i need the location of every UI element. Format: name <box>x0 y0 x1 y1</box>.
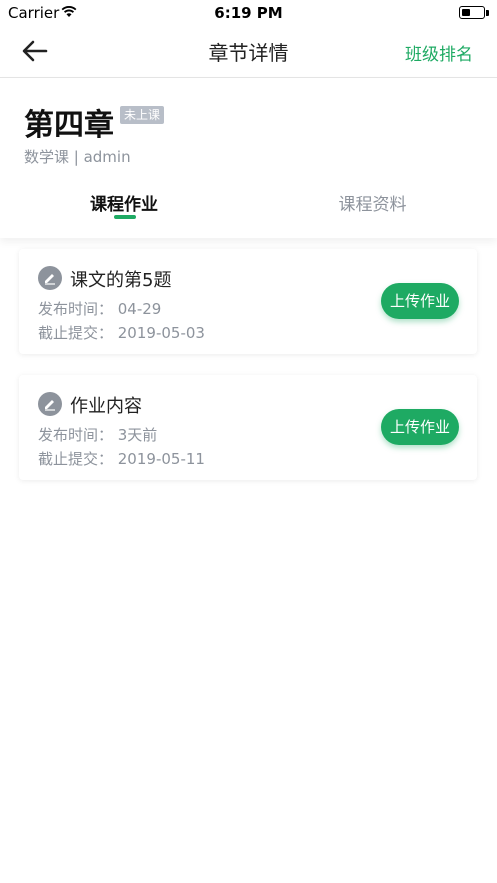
battery-icon <box>459 6 485 19</box>
publish-time: 发布时间： 04-29 <box>38 300 162 318</box>
nav-bar: 章节详情 班级排名 <box>0 26 497 78</box>
pencil-icon <box>38 266 62 290</box>
clock: 6:19 PM <box>214 4 283 22</box>
assignment-title: 作业内容 <box>70 396 142 417</box>
battery-cap <box>486 10 489 16</box>
active-tab-indicator <box>114 215 136 219</box>
pencil-icon <box>38 392 62 416</box>
class-ranking-link[interactable]: 班级排名 <box>405 40 473 65</box>
deadline: 截止提交： 2019-05-11 <box>38 450 205 468</box>
chapter-header: 第四章 未上课 数学课 | admin 课程作业 课程资料 <box>0 78 497 238</box>
chapter-title: 第四章 <box>24 108 114 143</box>
deadline: 截止提交： 2019-05-03 <box>38 324 205 342</box>
status-badge: 未上课 <box>120 106 165 124</box>
tab-materials[interactable]: 课程资料 <box>248 190 497 215</box>
tab-homework[interactable]: 课程作业 <box>0 190 248 215</box>
publish-time: 发布时间： 3天前 <box>38 426 158 444</box>
assignment-card[interactable]: 作业内容 发布时间： 3天前 截止提交： 2019-05-11 上传作业 <box>19 375 477 480</box>
course-meta: 数学课 | admin <box>24 148 131 166</box>
assignment-title: 课文的第5题 <box>70 270 172 291</box>
assignment-card[interactable]: 课文的第5题 发布时间： 04-29 截止提交： 2019-05-03 上传作业 <box>19 249 477 354</box>
chapter-detail-screen: Carrier 6:19 PM 章节详情 班级排名 第四章 未上课 数学课 | … <box>0 0 497 883</box>
upload-homework-button[interactable]: 上传作业 <box>381 409 459 445</box>
status-bar: Carrier 6:19 PM <box>0 0 497 26</box>
upload-homework-button[interactable]: 上传作业 <box>381 283 459 319</box>
